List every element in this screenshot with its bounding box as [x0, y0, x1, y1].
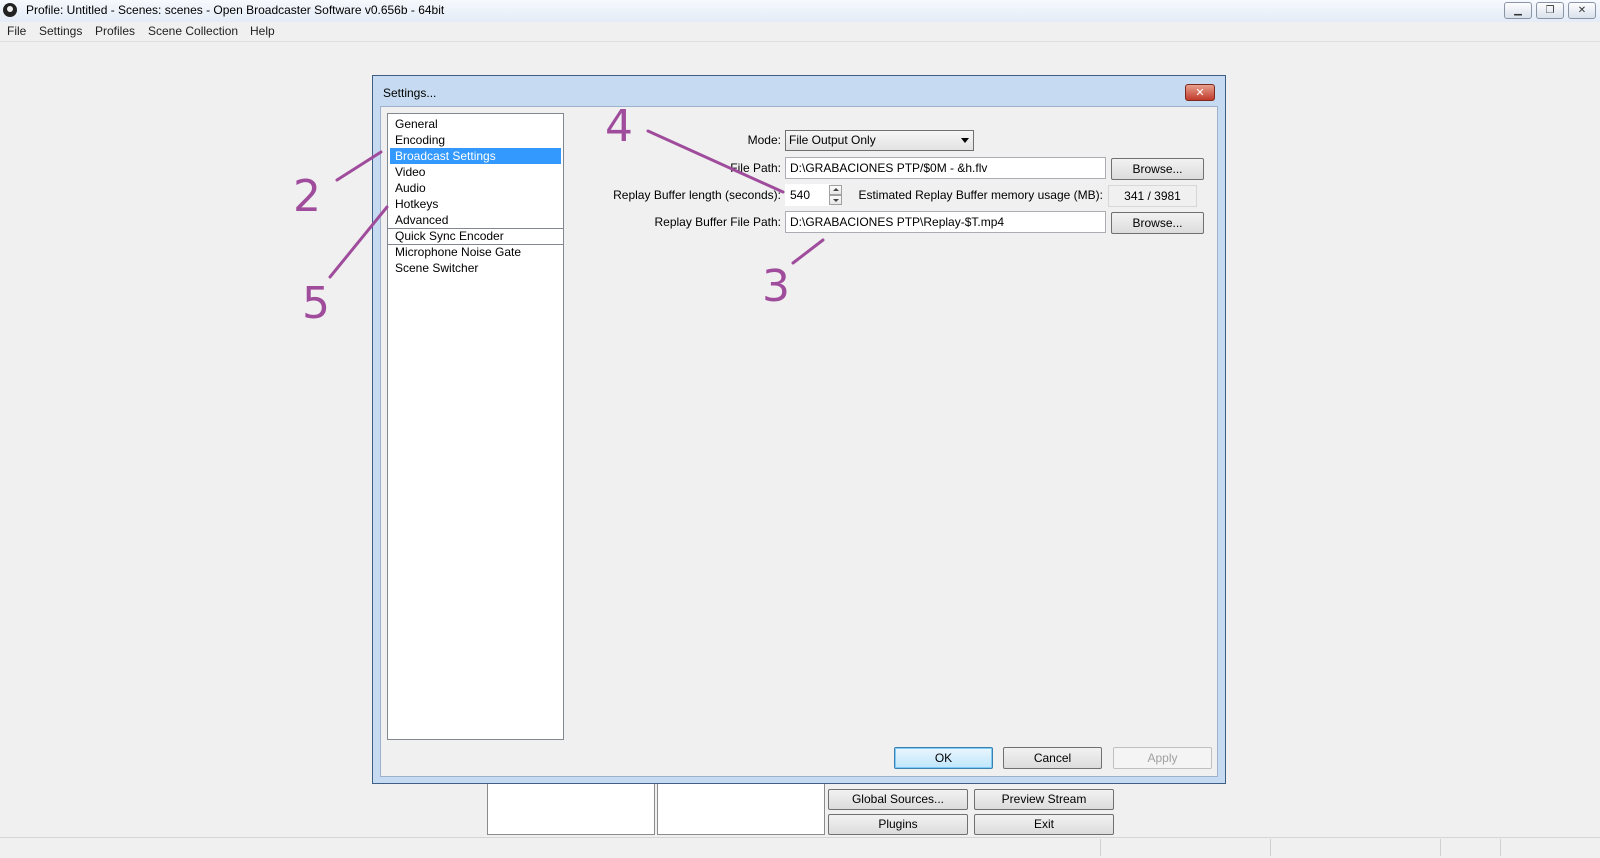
dialog-body: General Encoding Broadcast Settings Vide… — [380, 106, 1218, 777]
replay-path-label: Replay Buffer File Path: — [654, 215, 781, 229]
global-sources-button[interactable]: Global Sources... — [828, 789, 968, 810]
annotation-number-3: 3 — [762, 261, 790, 312]
dialog-title: Settings... — [383, 86, 437, 100]
list-item-encoding[interactable]: Encoding — [390, 132, 561, 148]
status-divider — [1440, 839, 1441, 856]
list-item-microphone-noise-gate[interactable]: Microphone Noise Gate — [390, 244, 561, 260]
annotation-number-2: 2 — [293, 171, 321, 222]
dialog-close-button[interactable]: ✕ — [1185, 84, 1215, 101]
obs-app-icon — [3, 3, 17, 17]
settings-dialog: Settings... ✕ General Encoding Broadcast… — [372, 75, 1226, 784]
file-path-browse-button[interactable]: Browse... — [1111, 158, 1204, 180]
replay-length-label: Replay Buffer length (seconds): — [613, 188, 781, 202]
list-item-advanced[interactable]: Advanced — [390, 212, 561, 228]
ok-button[interactable]: OK — [894, 747, 993, 769]
mode-label: Mode: — [747, 133, 781, 147]
restore-button[interactable]: ❐ — [1536, 2, 1564, 19]
file-path-label: File Path: — [730, 161, 781, 175]
mode-dropdown[interactable]: File Output Only — [785, 130, 974, 151]
apply-button[interactable]: Apply — [1113, 747, 1212, 769]
memory-usage-value: 341 / 3981 — [1108, 185, 1197, 207]
plugins-button[interactable]: Plugins — [828, 814, 968, 835]
spin-up-icon[interactable] — [829, 185, 842, 195]
menu-scene-collection[interactable]: Scene Collection — [148, 24, 238, 38]
spin-down-icon[interactable] — [829, 195, 842, 205]
annotation-number-5: 5 — [302, 278, 330, 329]
annotation-number-4: 4 — [605, 101, 633, 152]
menu-help[interactable]: Help — [250, 24, 275, 38]
replay-path-input[interactable]: D:\GRABACIONES PTP\Replay-$T.mp4 — [785, 211, 1106, 233]
list-item-quick-sync-encoder[interactable]: Quick Sync Encoder — [390, 228, 561, 244]
status-bar — [0, 837, 1600, 858]
memory-usage-label: Estimated Replay Buffer memory usage (MB… — [858, 188, 1103, 202]
window-close-button[interactable]: ✕ — [1568, 2, 1596, 19]
list-item-hotkeys[interactable]: Hotkeys — [390, 196, 561, 212]
window-title-bar[interactable]: Profile: Untitled - Scenes: scenes - Ope… — [0, 0, 1600, 22]
mode-value: File Output Only — [789, 133, 876, 147]
menu-file[interactable]: File — [7, 24, 26, 38]
status-divider — [1500, 839, 1501, 856]
replay-path-browse-button[interactable]: Browse... — [1111, 212, 1204, 234]
list-item-audio[interactable]: Audio — [390, 180, 561, 196]
menu-bar: File Settings Profiles Scene Collection … — [0, 22, 1600, 42]
list-item-scene-switcher[interactable]: Scene Switcher — [390, 260, 561, 276]
replay-length-input[interactable]: 540 — [785, 184, 831, 206]
menu-settings[interactable]: Settings — [39, 24, 82, 38]
exit-button[interactable]: Exit — [974, 814, 1114, 835]
status-divider — [1100, 839, 1101, 856]
status-divider — [1270, 839, 1271, 856]
cancel-button[interactable]: Cancel — [1003, 747, 1102, 769]
chevron-down-icon — [961, 138, 969, 143]
menu-profiles[interactable]: Profiles — [95, 24, 135, 38]
settings-category-list[interactable]: General Encoding Broadcast Settings Vide… — [387, 113, 564, 740]
list-item-broadcast-settings[interactable]: Broadcast Settings — [390, 148, 561, 164]
file-path-input[interactable]: D:\GRABACIONES PTP/$0M - &h.flv — [785, 157, 1106, 179]
window-title: Profile: Untitled - Scenes: scenes - Ope… — [26, 3, 445, 17]
scenes-list[interactable] — [487, 783, 655, 835]
list-item-general[interactable]: General — [390, 116, 561, 132]
minimize-button[interactable]: ▁ — [1504, 2, 1532, 19]
sources-list[interactable] — [657, 783, 825, 835]
preview-stream-button[interactable]: Preview Stream — [974, 789, 1114, 810]
list-item-video[interactable]: Video — [390, 164, 561, 180]
